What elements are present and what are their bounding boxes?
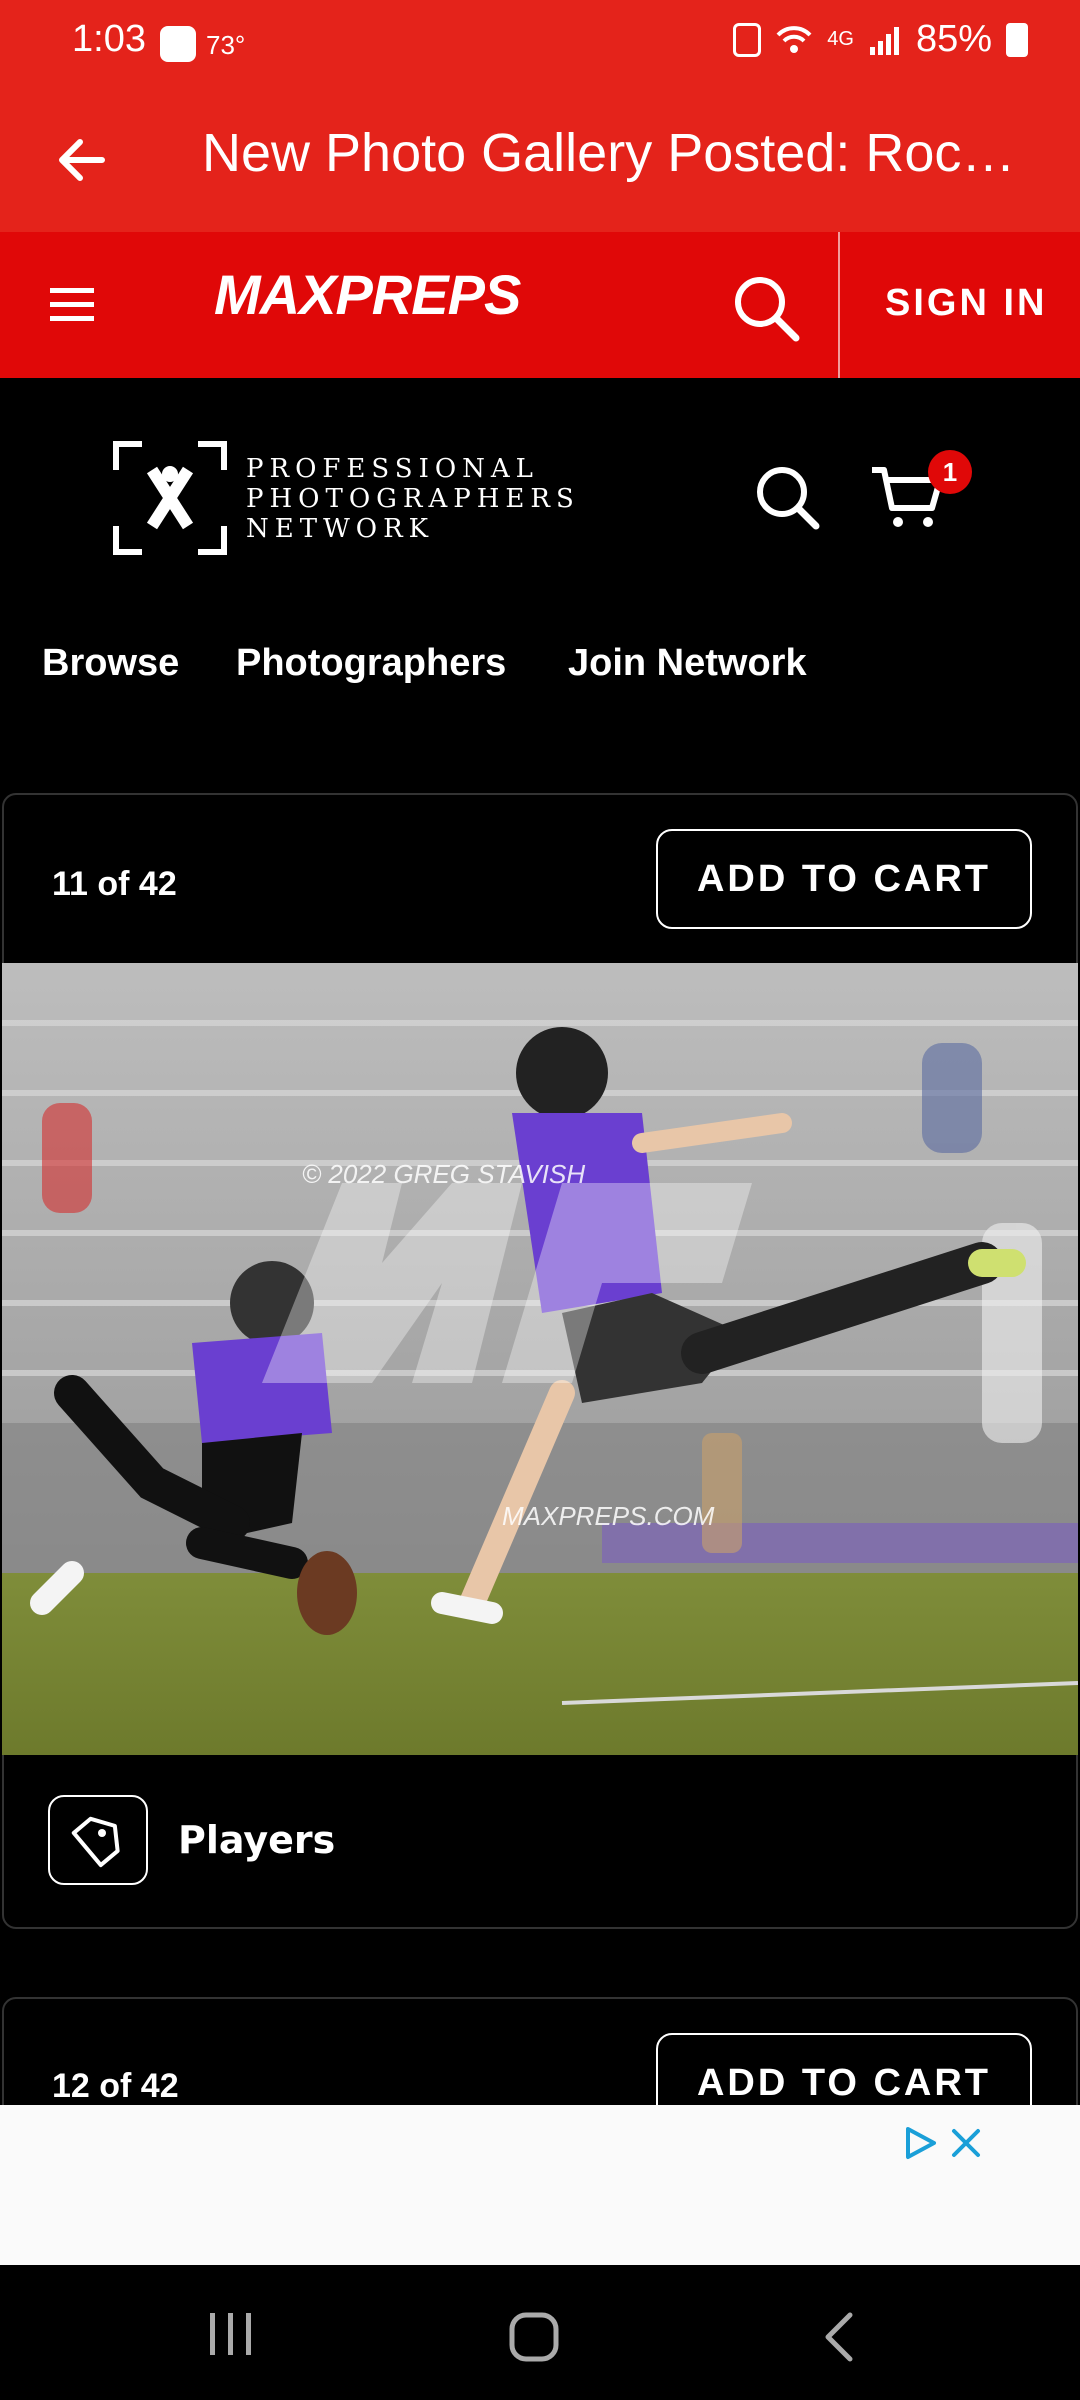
search-icon[interactable] (730, 272, 800, 342)
back-nav-icon[interactable] (820, 2311, 860, 2363)
status-time: 1:03 (72, 18, 146, 60)
app-notification-icon (160, 26, 196, 62)
tag-button[interactable] (48, 1795, 148, 1885)
maxpreps-logo[interactable]: MAXPREPS (214, 262, 521, 327)
ad-banner[interactable] (0, 2105, 1080, 2265)
page-title: New Photo Gallery Posted: Rock… (202, 123, 1042, 183)
recent-apps-icon[interactable] (206, 2311, 256, 2357)
football-kick-photo: © 2022 GREG STAVISH MAXPREPS.COM (2, 963, 1078, 1755)
search-icon[interactable] (752, 462, 822, 532)
home-icon[interactable] (508, 2311, 560, 2363)
back-arrow-icon[interactable] (52, 130, 112, 190)
status-bar: 1:03 73° 4G 85% (0, 0, 1080, 90)
nav-photographers[interactable]: Photographers (236, 642, 506, 685)
tag-label: Players (178, 1818, 336, 1862)
hamburger-menu-icon[interactable] (50, 284, 94, 324)
cart-count-badge: 1 (928, 450, 972, 494)
app-title-bar: New Photo Gallery Posted: Rock… (0, 90, 1080, 232)
status-temperature: 73° (206, 30, 246, 60)
nav-browse[interactable]: Browse (42, 642, 179, 685)
gallery-photo[interactable]: © 2022 GREG STAVISH MAXPREPS.COM (2, 963, 1078, 1755)
sync-icon (733, 22, 762, 57)
battery-icon (1006, 22, 1028, 57)
header-divider (838, 232, 840, 378)
ad-choices-icon[interactable] (900, 2123, 940, 2163)
close-icon[interactable] (948, 2125, 984, 2161)
network-type: 4G (827, 28, 854, 50)
network-nav: Browse Photographers Join Network (0, 620, 1080, 730)
photographers-network-header: PROFESSIONAL PHOTOGRAPHERS NETWORK 1 (0, 378, 1080, 620)
nav-join-network[interactable]: Join Network (568, 642, 807, 685)
system-nav-bar (0, 2265, 1080, 2400)
photo-position: 12 of 42 (52, 2067, 179, 2105)
battery-percent: 85% (915, 18, 992, 60)
sign-in-button[interactable]: SIGN IN (885, 282, 1047, 325)
ppn-logo-text: PROFESSIONAL PHOTOGRAPHERS NETWORK (246, 454, 580, 544)
photo-credit-watermark: © 2022 GREG STAVISH (302, 1159, 585, 1189)
ppn-logo-icon[interactable] (112, 440, 228, 556)
photo-position: 11 of 42 (52, 865, 177, 903)
tag-icon (71, 1816, 120, 1868)
photo-site-watermark: MAXPREPS.COM (502, 1501, 715, 1531)
add-to-cart-button[interactable]: ADD TO CART (656, 829, 1032, 929)
signal-icon (869, 26, 899, 55)
wifi-icon (776, 25, 812, 53)
status-indicators: 4G 85% (733, 18, 1028, 61)
maxpreps-header: MAXPREPS SIGN IN (0, 232, 1080, 378)
